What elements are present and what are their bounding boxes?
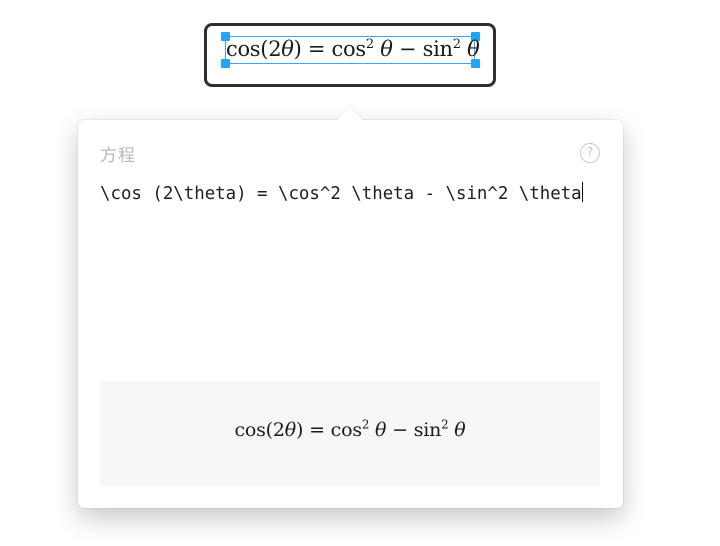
latex-input-value: \cos (2\theta) = \cos^2 \theta - \sin^2 …	[100, 184, 582, 204]
equation-preview: cos(2θ) = cos2 θ − sin2 θ	[100, 381, 600, 486]
eq-sup-sin: 2	[452, 36, 461, 52]
eq-cos-2: cos	[331, 37, 367, 61]
preview-theta-3: θ	[454, 419, 466, 441]
eq-paren-close: )	[293, 37, 302, 61]
eq-sin: sin	[422, 37, 453, 61]
eq-theta: θ	[281, 37, 294, 61]
eq-theta-3: θ	[467, 37, 480, 61]
preview-equals: =	[303, 419, 331, 441]
text-caret	[581, 182, 584, 202]
preview-minus: −	[386, 419, 414, 441]
rendered-equation-inline[interactable]: cos(2θ) = cos2 θ − sin2 θ	[226, 35, 480, 63]
eq-equals: =	[301, 37, 332, 61]
rendered-equation-preview: cos(2θ) = cos2 θ − sin2 θ	[100, 419, 600, 441]
preview-cos: cos	[234, 419, 266, 441]
preview-sup-sin: 2	[441, 417, 449, 432]
eq-sup-cos: 2	[365, 36, 374, 52]
latex-input-field[interactable]: \cos (2\theta) = \cos^2 \theta - \sin^2 …	[100, 180, 600, 370]
preview-cos-2: cos	[330, 419, 362, 441]
help-icon[interactable]: ?	[580, 143, 600, 163]
popover-arrow-cover	[330, 120, 370, 134]
preview-sin: sin	[413, 419, 442, 441]
preview-paren-open: (	[265, 419, 273, 441]
eq-paren-open: (	[260, 37, 269, 61]
preview-theta: θ	[284, 419, 297, 441]
preview-sup-cos: 2	[361, 417, 370, 432]
eq-theta-2: θ	[380, 37, 393, 61]
preview-theta-2: θ	[375, 419, 387, 441]
eq-cos: cos	[226, 37, 261, 61]
stage: cos(2θ) = cos2 θ − sin2 θ 方程 ? \cos (2\t…	[0, 0, 720, 546]
eq-minus: −	[392, 37, 423, 61]
eq-two: 2	[268, 37, 282, 61]
popover-title: 方程	[100, 146, 136, 166]
preview-two: 2	[272, 419, 285, 441]
